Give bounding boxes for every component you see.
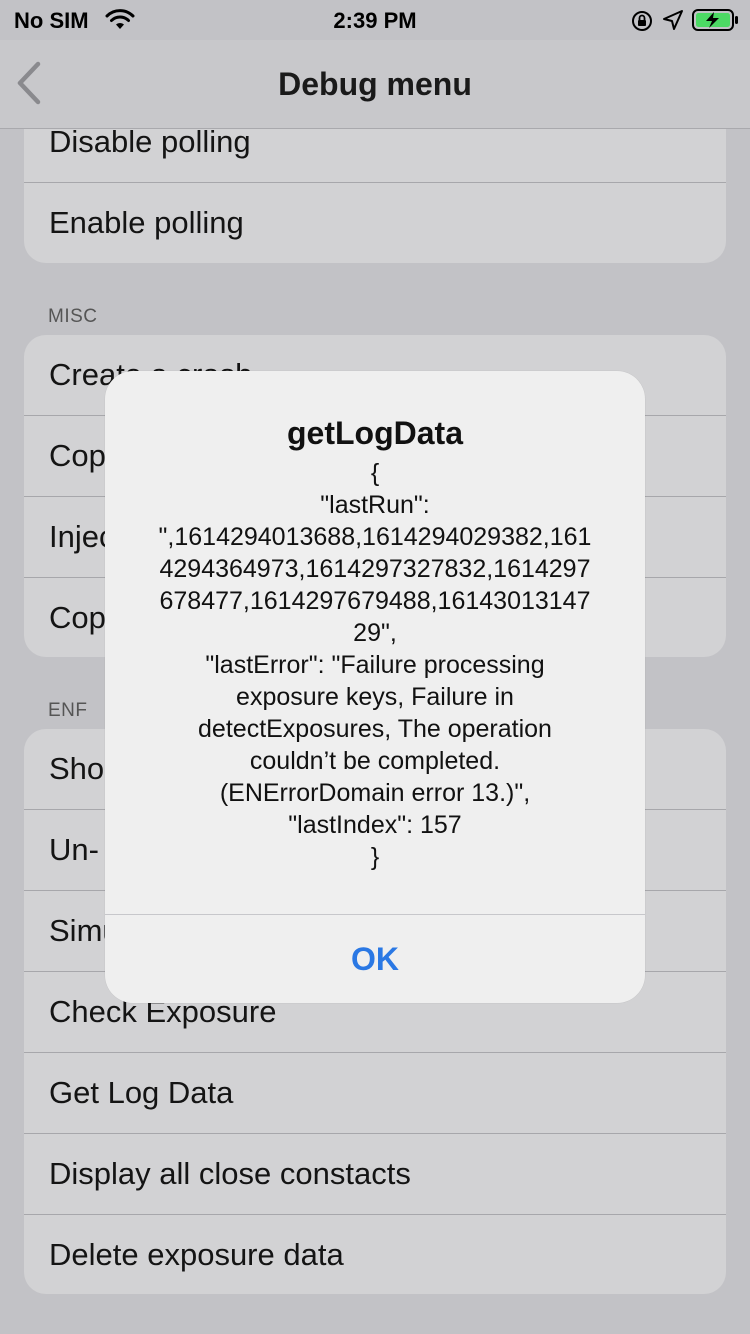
alert-dialog: getLogData { "lastRun": ",1614294013688,16… <box>105 371 645 1003</box>
alert-overlay: getLogData { "lastRun": ",1614294013688,16… <box>0 0 750 1334</box>
navigation-bar: Debug menu <box>0 40 750 129</box>
alert-message-line: { <box>370 459 380 487</box>
page-title: Debug menu <box>278 66 472 102</box>
alert-message-line: couldn’t be completed. <box>249 747 501 775</box>
alert-message-line: ",1614294013688,1614294029382,161 <box>158 523 592 551</box>
alert-message-line: "lastIndex": 157 <box>288 811 462 839</box>
ok-button[interactable]: OK <box>105 915 645 1003</box>
alert-message-line: "lastError": "Failure processing <box>205 651 545 679</box>
alert-message-line: exposure keys, Failure in <box>236 683 514 711</box>
alert-message-line: detectExposures, The operation <box>198 715 552 743</box>
alert-message-line: "lastRun": <box>320 491 430 519</box>
debug-menu-screen: No SIM 2:39 PM Debug menu Disable pollin… <box>0 0 750 1334</box>
alert-title: getLogData <box>287 415 463 451</box>
alert-message-line: } <box>370 843 380 871</box>
alert-message-line: 678477,1614297679488,16143013147 <box>159 587 591 615</box>
alert-message-line: (ENErrorDomain error 13.)", <box>219 779 531 807</box>
alert-message-line: 4294364973,1614297327832,1614297 <box>159 555 591 583</box>
alert-message: { "lastRun": ",1614294013688,1614294029382… <box>133 457 617 873</box>
alert-message-line: 29", <box>353 619 397 647</box>
